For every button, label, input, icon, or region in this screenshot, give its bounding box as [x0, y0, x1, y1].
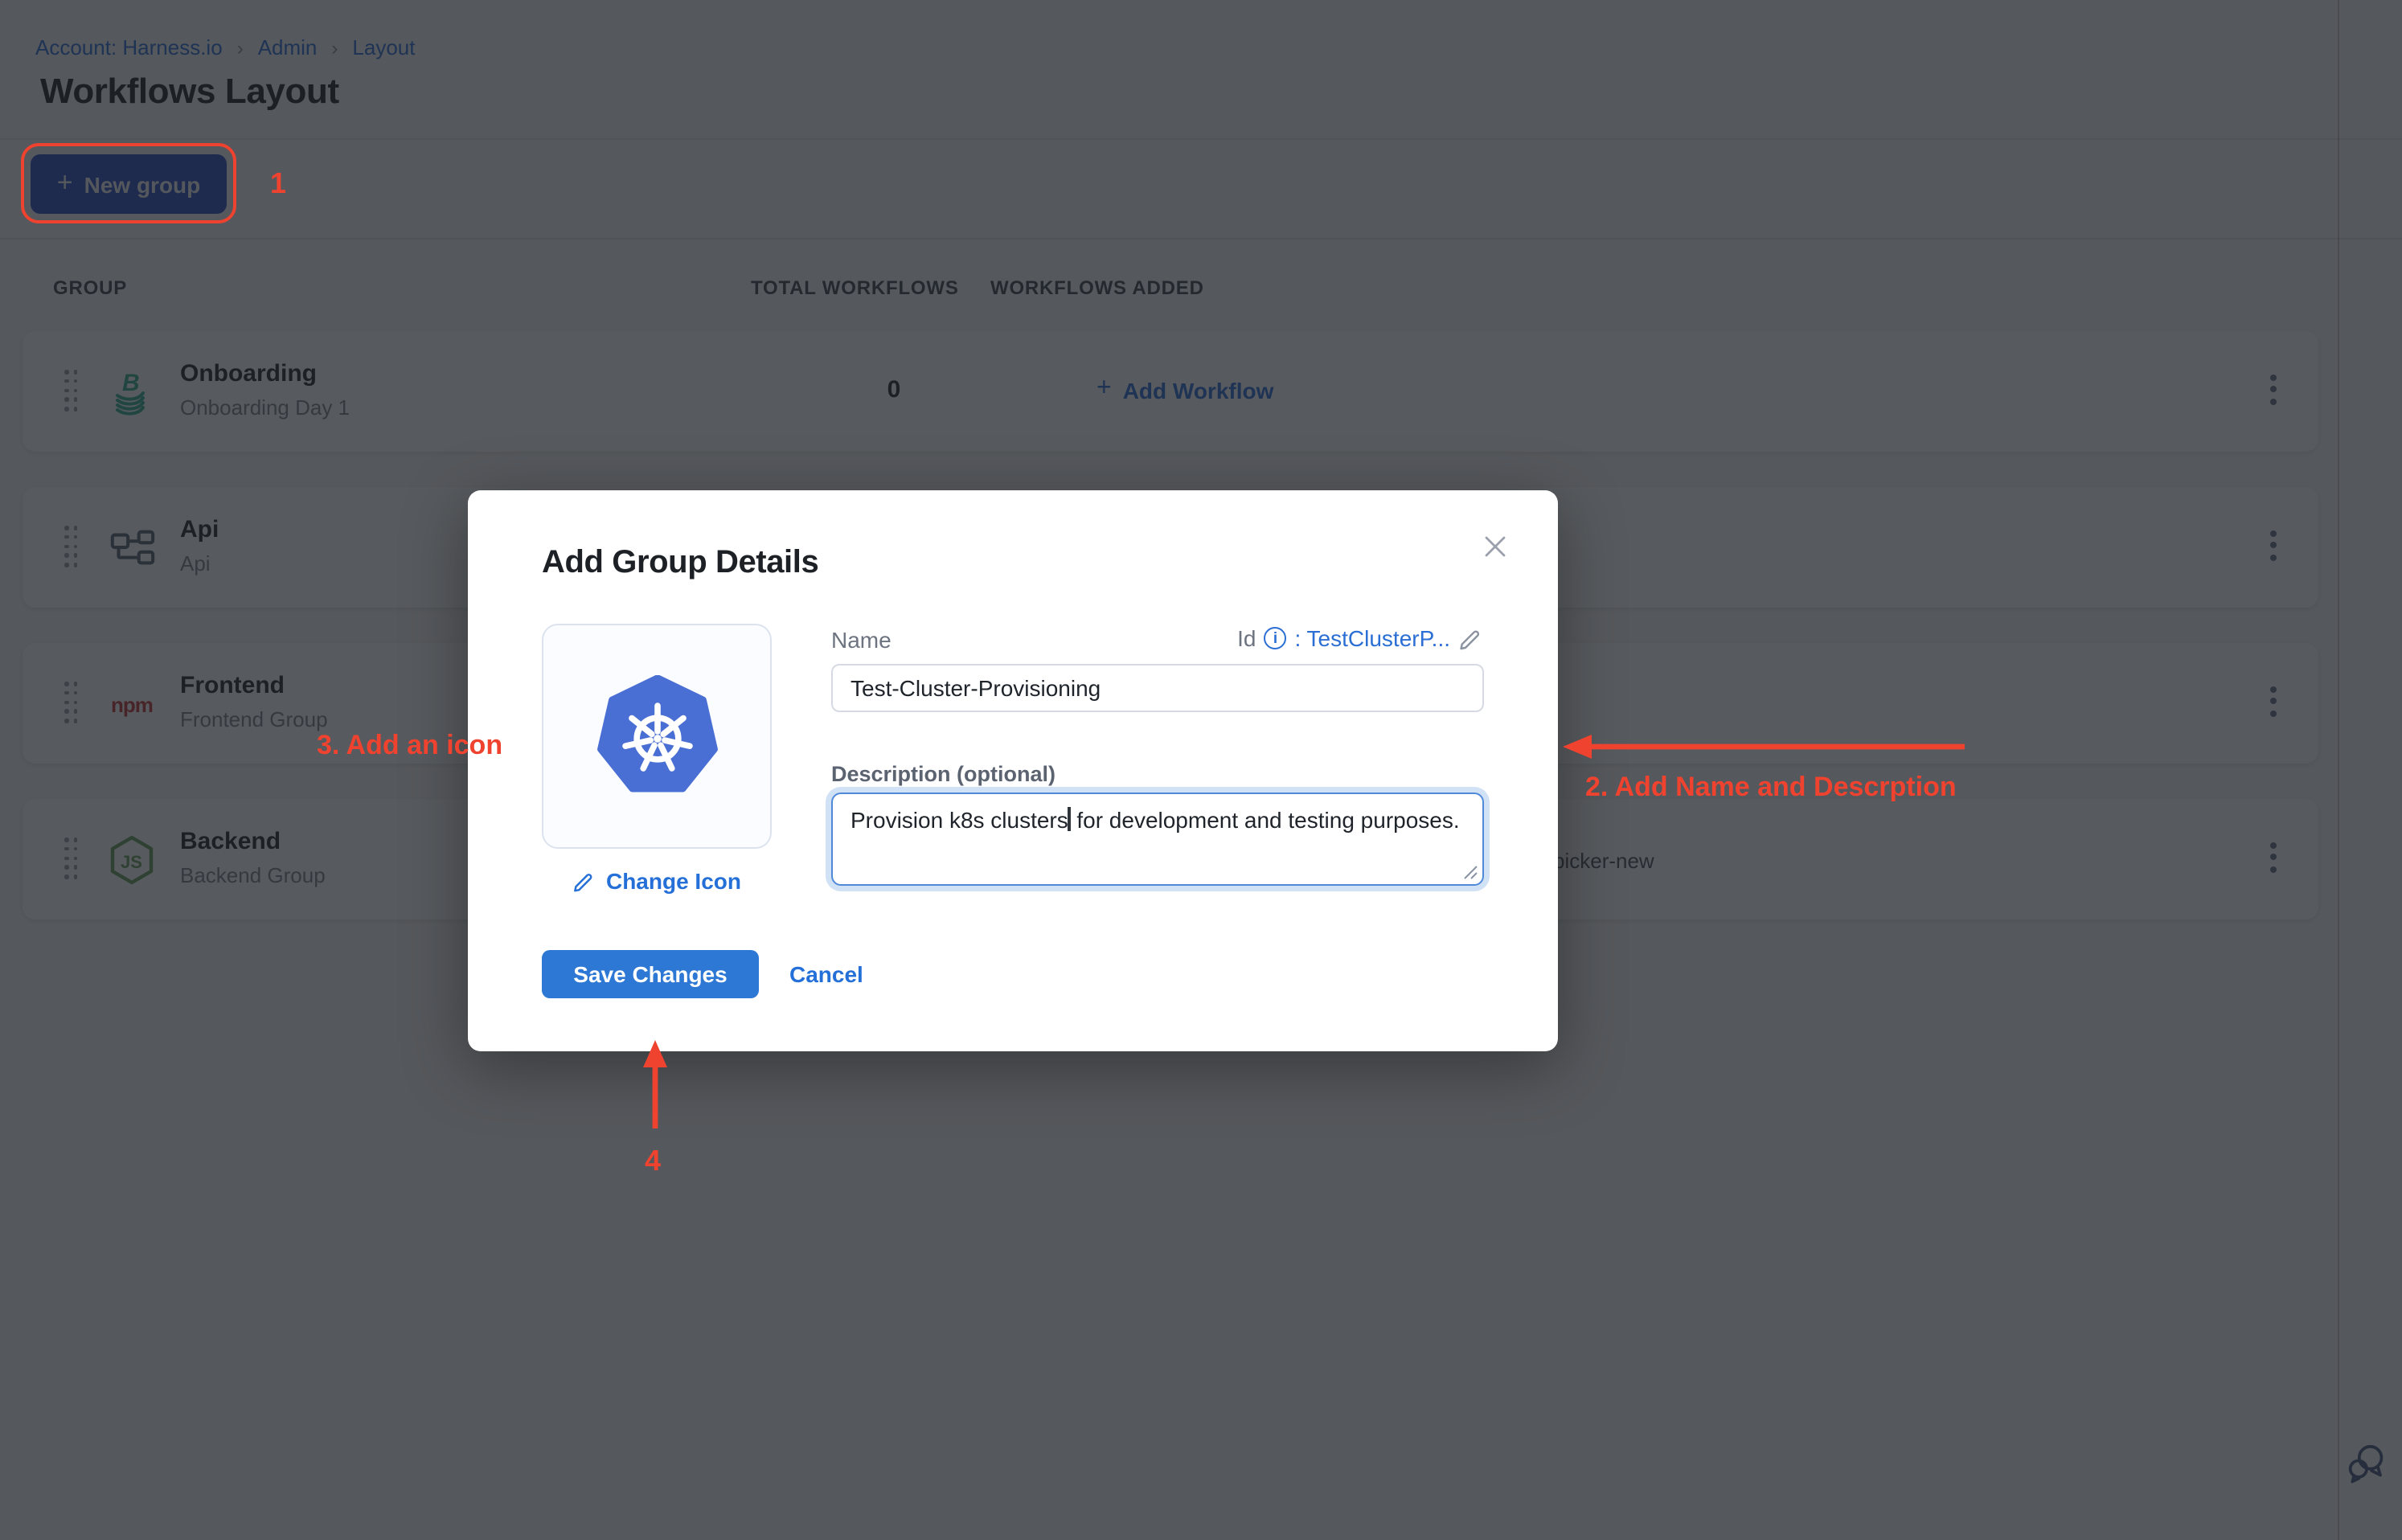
save-changes-button[interactable]: Save Changes [542, 950, 759, 998]
info-icon[interactable]: i [1265, 627, 1287, 649]
annotation-step-3: 3. Add an icon [317, 730, 502, 762]
annotation-arrow-up-icon [641, 1040, 669, 1138]
edit-id-pencil-icon[interactable] [1458, 626, 1482, 650]
resize-grip-icon[interactable] [1463, 865, 1478, 879]
annotation-step-4: 4 [645, 1145, 661, 1178]
cancel-button[interactable]: Cancel [786, 950, 867, 998]
change-icon-button[interactable]: Change Icon [542, 868, 772, 894]
kubernetes-icon [596, 675, 718, 797]
add-group-details-modal: Add Group Details [468, 490, 1558, 1051]
annotation-arrow-left-icon [1563, 733, 1968, 768]
annotation-step-1: 1 [270, 167, 286, 201]
change-icon-label: Change Icon [606, 868, 741, 894]
entity-id-row: Id i : TestClusterP... [1237, 625, 1482, 651]
scrollbar-track[interactable] [2338, 0, 2339, 1540]
name-label: Name [831, 627, 892, 653]
annotation-highlight-box [21, 143, 236, 223]
annotation-step-2: 2. Add Name and Descrption [1585, 772, 1957, 804]
app-root: Account: Harness.io › Admin › Layout Wor… [0, 0, 2402, 1540]
description-label: Description (optional) [831, 762, 1055, 786]
id-label: Id [1237, 625, 1256, 651]
description-textarea[interactable]: Provision k8s clusters for development a… [831, 793, 1484, 886]
chat-bubbles-icon[interactable] [2347, 1444, 2386, 1492]
close-icon[interactable] [1481, 532, 1510, 561]
pencil-icon [572, 869, 595, 893]
group-icon-preview[interactable] [542, 624, 772, 849]
id-value[interactable]: : TestClusterP... [1295, 625, 1451, 651]
name-input[interactable] [831, 664, 1484, 712]
modal-title: Add Group Details [542, 545, 818, 582]
